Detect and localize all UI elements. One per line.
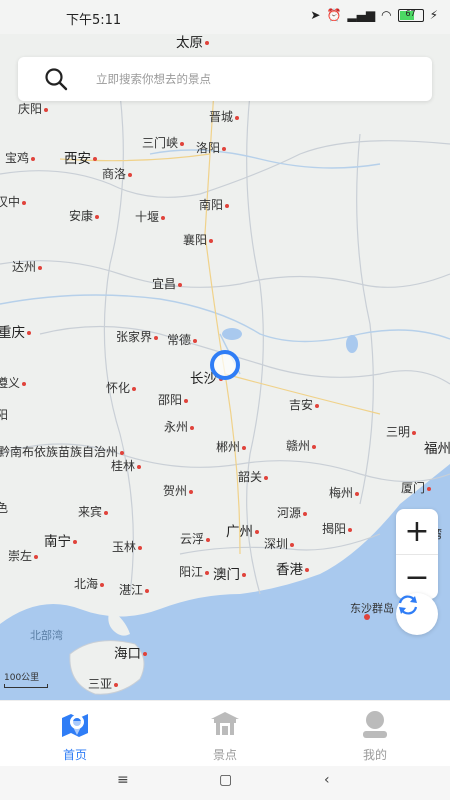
battery-level: 67	[405, 8, 416, 18]
tab-attractions[interactable]: 景点	[185, 709, 265, 763]
city-shenzhen: 深圳	[264, 535, 295, 552]
city-nanyang: 南阳	[199, 196, 230, 213]
city-xiangyang: 襄阳	[183, 231, 214, 248]
city-haikou: 海口	[114, 642, 147, 662]
city-yulin: 玉林	[112, 538, 143, 555]
city-fuzhou: 福州	[424, 441, 450, 457]
tab-attractions-label: 景点	[212, 748, 237, 762]
tab-home-label: 首页	[62, 748, 87, 762]
city-yichang: 宜昌	[152, 275, 183, 292]
home-icon[interactable]: ▢	[219, 772, 232, 788]
search-placeholder: 立即搜索你想去的景点	[96, 72, 211, 86]
city-ganzhou: 赣州	[286, 437, 317, 454]
status-icons: ➤ ⏰ ▂▄▆ ◠ 67 ⚡	[310, 8, 438, 22]
status-bar: 下午5:11 ➤ ⏰ ▂▄▆ ◠ 67 ⚡	[0, 0, 450, 34]
tab-profile[interactable]: 我的	[335, 709, 415, 763]
system-nav-bar: ≡ ▢ ‹	[0, 766, 450, 800]
refresh-location-button[interactable]	[396, 593, 438, 635]
city-guangzhou: 广州	[226, 520, 259, 540]
city-chongqing: 重庆	[0, 321, 31, 341]
zoom-controls: + −	[396, 509, 438, 599]
city-sanmenxia: 三门峡	[142, 134, 185, 151]
tab-home[interactable]: 首页	[35, 709, 115, 763]
signal-icon: ▂▄▆	[347, 8, 376, 22]
poyang-lake	[346, 335, 358, 353]
city-zhanjiang: 湛江	[119, 581, 150, 598]
city-hongkong: 香港	[276, 558, 309, 578]
city-laibin: 来宾	[78, 503, 109, 520]
city-taiyuan: 太原	[176, 34, 209, 51]
city-ankang: 安康	[69, 207, 100, 224]
city-guizhou-edge: 阳	[0, 408, 9, 422]
city-sanming: 三明	[386, 423, 417, 440]
current-location-marker[interactable]	[210, 350, 240, 380]
city-yunfu: 云浮	[180, 530, 211, 547]
pavilion-icon	[211, 712, 239, 735]
city-xian: 西安	[64, 147, 97, 167]
city-jian: 吉安	[289, 396, 320, 413]
city-hanzhong: 汉中	[0, 193, 27, 210]
city-dazhou: 达州	[12, 258, 43, 275]
map-view[interactable]: 太原 庆阳 晋城 宝鸡 西安 三门峡 洛阳 商洛 汉中 安康 十堰 南阳 襄阳 …	[0, 34, 450, 700]
city-jieyang: 揭阳	[322, 520, 353, 537]
bottom-tab-bar: 首页 景点 我的	[0, 700, 450, 767]
menu-icon[interactable]: ≡	[117, 772, 129, 788]
city-shaoguan: 韶关	[238, 468, 269, 485]
city-yangjiang: 阳江	[179, 563, 210, 580]
city-yongzhou: 永州	[164, 418, 195, 435]
status-time: 下午5:11	[66, 13, 122, 28]
back-icon[interactable]: ‹	[324, 772, 330, 788]
city-macau: 澳门	[213, 563, 246, 583]
city-heyuan: 河源	[277, 504, 308, 521]
location-icon: ➤	[310, 8, 321, 22]
label-dongsha: 东沙群岛	[350, 602, 394, 615]
label-beibuwan: 北部湾	[30, 629, 63, 642]
city-meizhou: 梅州	[329, 484, 360, 501]
charging-icon: ⚡	[429, 8, 438, 22]
city-luoyang: 洛阳	[196, 139, 227, 156]
city-shiyan: 十堰	[135, 208, 166, 225]
city-shangluo: 商洛	[102, 165, 133, 182]
dongting-lake	[222, 328, 242, 340]
city-shaoyang: 邵阳	[158, 391, 189, 408]
city-baoji: 宝鸡	[5, 149, 36, 166]
city-qingyang: 庆阳	[18, 100, 49, 117]
city-chongzuo: 崇左	[8, 547, 39, 564]
zoom-in-button[interactable]: +	[396, 509, 438, 554]
city-huaihua: 怀化	[106, 379, 137, 396]
scale-label: 100公里	[4, 673, 40, 683]
tab-profile-label: 我的	[362, 748, 387, 762]
city-nanning: 南宁	[44, 530, 77, 550]
city-guilin: 桂林	[111, 457, 142, 474]
city-jincheng: 晋城	[209, 108, 240, 125]
city-chenzhou: 郴州	[216, 438, 247, 455]
city-hezhou: 贺州	[163, 482, 194, 499]
search-bar[interactable]: 立即搜索你想去的景点	[18, 57, 432, 101]
city-zunyi: 遵义	[0, 374, 27, 391]
wifi-icon: ◠	[381, 8, 392, 22]
city-sanya: 三亚	[88, 675, 119, 692]
search-icon	[45, 68, 68, 91]
map-scale: 100公里	[4, 670, 48, 688]
city-xiamen: 厦门	[401, 479, 432, 496]
battery-icon: 67	[397, 8, 424, 22]
city-beihai: 北海	[74, 575, 105, 592]
city-yunnan-edge: 色	[0, 501, 9, 515]
city-changde: 常德	[167, 331, 198, 348]
city-qiannan: 黔南布依族苗族自治州	[0, 443, 125, 460]
city-zhangjiajie: 张家界	[116, 328, 159, 345]
map-pin-icon	[62, 714, 88, 737]
alarm-icon: ⏰	[326, 8, 342, 22]
user-icon	[363, 711, 387, 738]
refresh-icon	[398, 595, 418, 615]
